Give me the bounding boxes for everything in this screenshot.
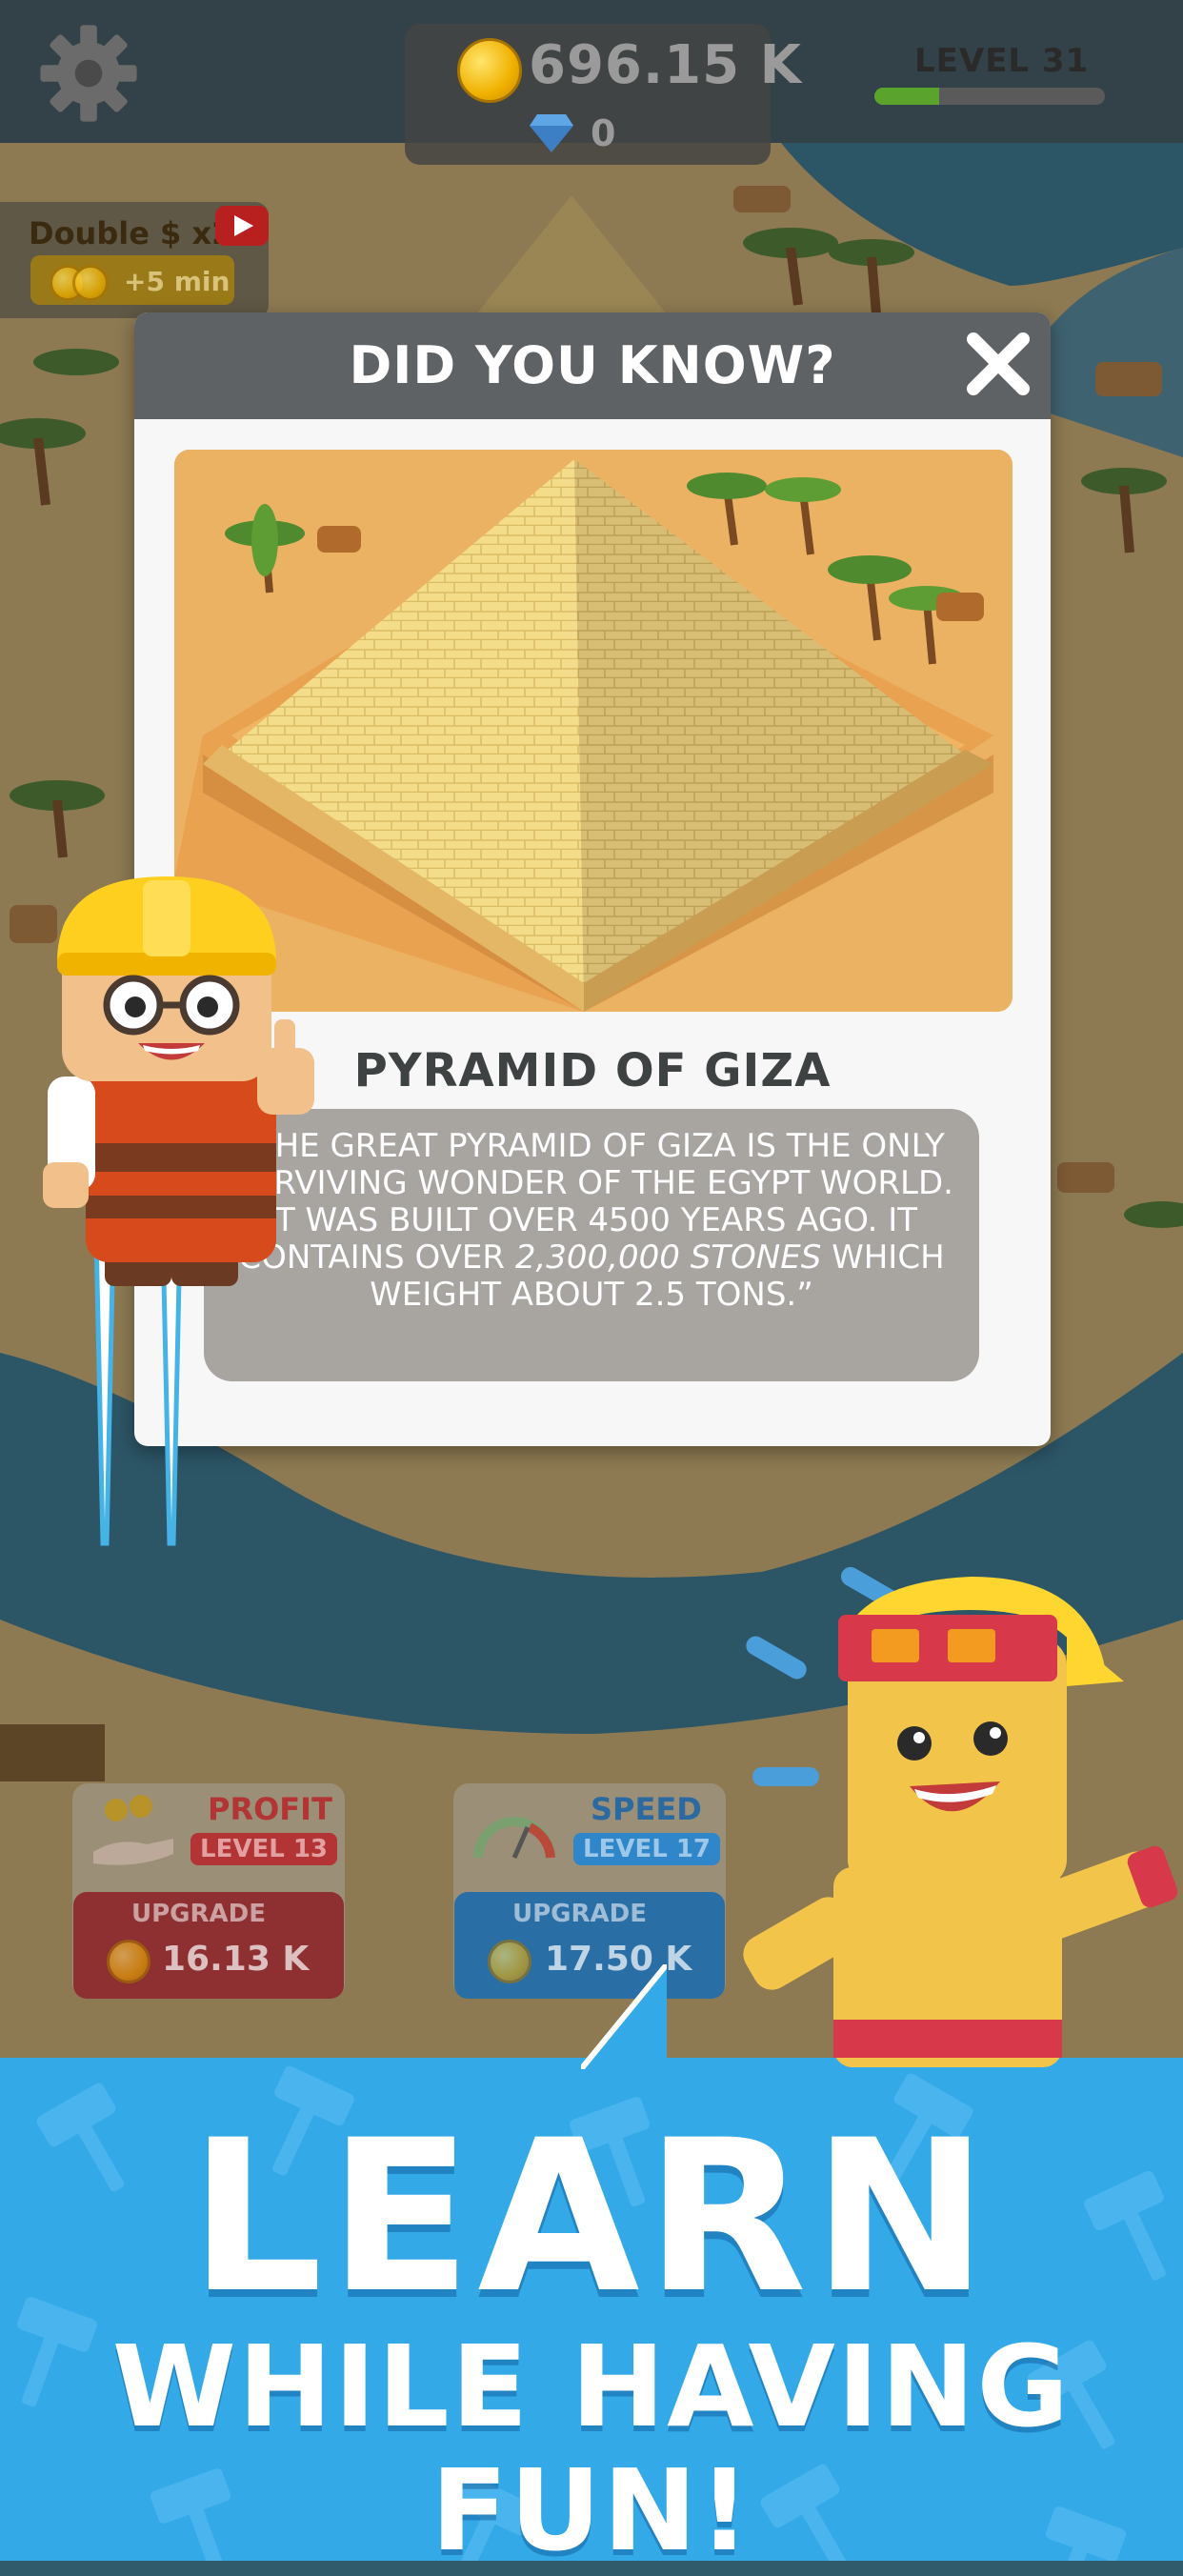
- level-progress-fill: [874, 88, 939, 105]
- gear-icon[interactable]: [36, 21, 141, 126]
- coin-icon: [107, 1940, 150, 1983]
- builder-mascot: [43, 876, 314, 1546]
- close-icon[interactable]: [962, 328, 1034, 400]
- coin-icon: [488, 1940, 531, 1983]
- double-money-label: Double $ x2: [29, 215, 233, 252]
- profit-upgrade-label: UPGRADE: [131, 1900, 266, 1928]
- speed-upgrade-label: UPGRADE: [512, 1900, 647, 1928]
- profit-cost: 16.13 K: [162, 1940, 310, 1979]
- gem-icon: [530, 114, 573, 152]
- level-label: LEVEL 31: [914, 42, 1090, 80]
- banner-headline: LEARN: [189, 2095, 994, 2339]
- fact-emphasis: 2,300,000 STONES: [514, 1238, 822, 1277]
- coin-icon: [72, 265, 109, 301]
- popup-title: DID YOU KNOW?: [349, 335, 836, 395]
- coins-amount: 696.15 K: [529, 34, 802, 96]
- banner-subline: WHILE HAVING FUN!: [111, 2321, 1072, 2576]
- profit-title: PROFIT: [208, 1791, 332, 1827]
- time-bonus-label: +5 min: [124, 266, 231, 297]
- gauge-icon: [473, 1817, 555, 1860]
- play-triangle: [234, 215, 253, 236]
- speech-tail: [581, 1964, 667, 2069]
- fact-text: “THE GREAT PYRAMID OF GIZA IS THE ONLY S…: [219, 1128, 964, 1314]
- pharaoh-mascot: [743, 1566, 1178, 2067]
- hand-coins-icon: [93, 1795, 173, 1865]
- gems-amount: 0: [591, 112, 616, 154]
- coin-icon: [457, 38, 522, 103]
- profit-level: LEVEL 13: [190, 1833, 338, 1865]
- level-progress-bar: [874, 88, 1105, 105]
